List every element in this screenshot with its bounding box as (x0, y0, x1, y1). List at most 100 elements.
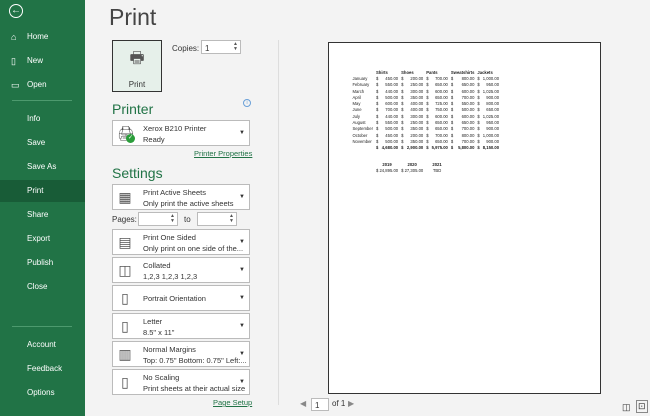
table-cell: 2,900.00 (405, 145, 425, 151)
sidebar-item-export[interactable]: Export (0, 228, 85, 250)
sidebar-item-label: Home (27, 32, 48, 41)
sidebar-item-label: Publish (27, 258, 53, 267)
table-cell: 5,800.00 (455, 145, 476, 151)
table-cell: TBD (425, 167, 450, 173)
printer-dropdown[interactable]: 🖨✓ Xerox B210 Printer Ready ▼ (112, 120, 250, 146)
zoom-to-page-icon[interactable]: ⊡ (636, 400, 648, 413)
table-cell: 4,680.00 (380, 145, 400, 151)
one-sided-icon: ▤ (117, 234, 133, 251)
pages-to-input[interactable]: ▲▼ (197, 212, 237, 226)
sided-dropdown[interactable]: ▤ Print One Sided Only print on one side… (112, 229, 250, 255)
sidebar-item-close[interactable]: Close (0, 276, 85, 298)
sidebar-item-account[interactable]: Account (0, 334, 85, 356)
printer-status: Ready (143, 135, 165, 144)
scaling-dropdown[interactable]: ▯ No Scaling Print sheets at their actua… (112, 369, 250, 395)
divider (278, 40, 279, 405)
orientation-dropdown[interactable]: ▯ Portrait Orientation ▼ (112, 285, 250, 311)
column-header: Sweatshirts (449, 69, 476, 75)
print-button[interactable]: 🖶 Print (112, 40, 162, 92)
next-page-icon[interactable]: ▶ (348, 399, 354, 408)
table-cell: 1,000.00 (481, 132, 500, 138)
print-active-sheets-dropdown[interactable]: ▦ Print Active Sheets Only print the act… (112, 184, 250, 210)
page-setup-link[interactable]: Page Setup (213, 398, 252, 407)
home-icon: ⌂ (11, 26, 16, 48)
preview-table: ShirtsShoesPantsSweatshirtsJacketsJanuar… (351, 69, 501, 173)
table-cell: 1,025.00 (481, 113, 500, 119)
sheets-icon: ▦ (117, 189, 133, 206)
chevron-down-icon: ▼ (239, 379, 245, 385)
option-title: Collated (143, 261, 171, 270)
page-number-input[interactable]: 1 (311, 398, 329, 411)
spinner-icon[interactable]: ▲▼ (229, 214, 234, 224)
back-icon[interactable]: ← (9, 4, 23, 18)
sidebar-item-label: Share (27, 210, 48, 219)
scaling-icon: ▯ (117, 374, 133, 391)
sidebar-item-label: Save (27, 138, 45, 147)
sidebar-divider (12, 326, 72, 327)
option-desc: 8.5" x 11" (143, 328, 174, 337)
portrait-icon: ▯ (117, 290, 133, 307)
sidebar-item-save-as[interactable]: Save As (0, 156, 85, 178)
page-title: Print (109, 4, 156, 31)
paper-size-dropdown[interactable]: ▯ Letter 8.5" x 11" ▼ (112, 313, 250, 339)
margins-dropdown[interactable]: ▥ Normal Margins Top: 0.75" Bottom: 0.75… (112, 341, 250, 367)
sidebar-item-label: Print (27, 186, 43, 195)
sidebar-item-label: New (27, 56, 43, 65)
margins-icon: ▥ (117, 346, 133, 363)
copies-label: Copies: (172, 44, 199, 53)
print-button-label: Print (113, 80, 161, 89)
table-cell: 8,150.00 (481, 145, 500, 151)
table-cell: $ 27,305.00 (400, 167, 425, 173)
sidebar-item-feedback[interactable]: Feedback (0, 358, 85, 380)
open-icon: ▭ (11, 74, 20, 96)
sidebar-item-publish[interactable]: Publish (0, 252, 85, 274)
printer-icon: 🖶 (113, 47, 161, 74)
sidebar-item-label: Feedback (27, 364, 62, 373)
chevron-down-icon: ▼ (239, 239, 245, 245)
printer-ready-icon: 🖨✓ (117, 125, 133, 142)
sidebar-item-label: Open (27, 80, 47, 89)
sidebar-item-open[interactable]: ▭ Open (0, 74, 85, 96)
chevron-down-icon: ▼ (239, 130, 245, 136)
option-title: Portrait Orientation (143, 294, 206, 303)
spinner-icon[interactable]: ▲▼ (233, 42, 238, 52)
table-cell: 5,975.00 (430, 145, 449, 151)
option-desc: Only print the active sheets (143, 199, 233, 208)
paper-icon: ▯ (117, 318, 133, 335)
sidebar-item-label: Export (27, 234, 50, 243)
sidebar-item-label: Options (27, 388, 55, 397)
option-title: Normal Margins (143, 345, 196, 354)
collated-icon: ◫ (117, 262, 133, 279)
pages-from-input[interactable]: ▲▼ (138, 212, 178, 226)
sidebar-item-label: Close (27, 282, 47, 291)
prev-page-icon[interactable]: ◀ (300, 399, 306, 408)
table-cell: November (351, 138, 374, 144)
option-title: Print One Sided (143, 233, 196, 242)
copies-input[interactable]: 1 ▲▼ (201, 40, 241, 54)
pages-to-label: to (184, 215, 191, 224)
option-title: No Scaling (143, 373, 179, 382)
settings-heading: Settings (112, 165, 163, 181)
sidebar-item-info[interactable]: Info (0, 108, 85, 130)
show-margins-icon[interactable]: ◫ (622, 402, 631, 413)
new-icon: ▯ (11, 50, 16, 72)
info-icon[interactable]: i (243, 99, 251, 107)
option-desc: Top: 0.75" Bottom: 0.75" Left:... (143, 356, 247, 365)
sidebar-item-options[interactable]: Options (0, 382, 85, 404)
collation-dropdown[interactable]: ◫ Collated 1,2,3 1,2,3 1,2,3 ▼ (112, 257, 250, 283)
printer-properties-link[interactable]: Printer Properties (194, 149, 252, 158)
chevron-down-icon: ▼ (239, 351, 245, 357)
option-desc: Print sheets at their actual size (143, 384, 245, 393)
sidebar: ← ⌂ Home ▯ New ▭ Open Info Save Save As Print Shar… (0, 0, 85, 416)
sidebar-item-home[interactable]: ⌂ Home (0, 26, 85, 48)
chevron-down-icon: ▼ (239, 194, 245, 200)
option-desc: Only print on one side of the... (143, 244, 243, 253)
sidebar-item-print[interactable]: Print (0, 180, 85, 202)
printer-name: Xerox B210 Printer (143, 124, 206, 133)
sidebar-item-new[interactable]: ▯ New (0, 50, 85, 72)
option-title: Print Active Sheets (143, 188, 206, 197)
sidebar-item-save[interactable]: Save (0, 132, 85, 154)
sidebar-item-share[interactable]: Share (0, 204, 85, 226)
spinner-icon[interactable]: ▲▼ (170, 214, 175, 224)
chevron-down-icon: ▼ (239, 267, 245, 273)
